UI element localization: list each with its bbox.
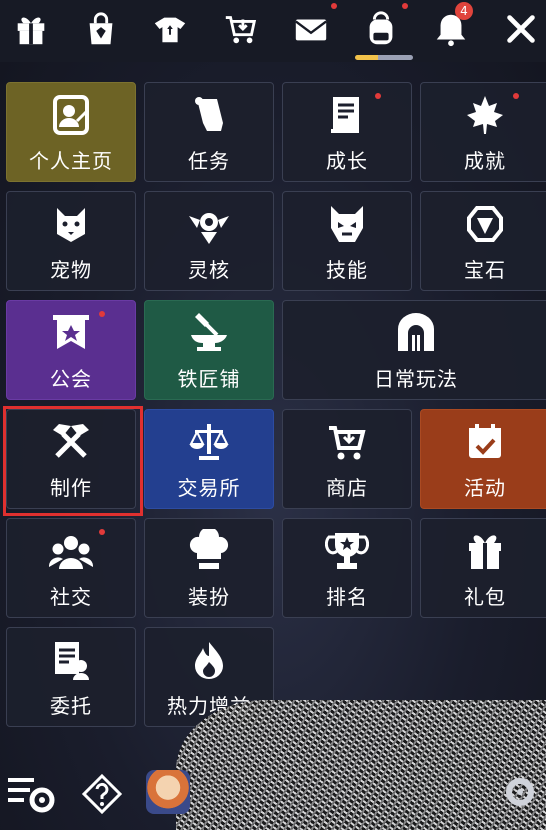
shop-cart-icon bbox=[325, 420, 369, 464]
tile-label: 商店 bbox=[326, 476, 368, 500]
group-people-icon bbox=[49, 529, 93, 573]
backpack-dot bbox=[402, 3, 408, 9]
tile-gem[interactable]: 宝石 bbox=[420, 191, 546, 291]
tile-commission[interactable]: 委托 bbox=[6, 627, 136, 727]
tile-label: 成长 bbox=[326, 149, 368, 173]
tile-achievement[interactable]: 成就 bbox=[420, 82, 546, 182]
tile-label: 活动 bbox=[464, 476, 506, 500]
tile-gift-pack[interactable]: 礼包 bbox=[420, 518, 546, 618]
growth-document-icon bbox=[325, 93, 369, 137]
obscured-region bbox=[176, 700, 546, 830]
settings-menu-icon[interactable] bbox=[4, 770, 58, 816]
top-bar: 4 bbox=[0, 0, 546, 62]
tile-task[interactable]: 任务 bbox=[144, 82, 274, 182]
tile-label: 铁匠铺 bbox=[177, 367, 241, 391]
skill-mask-icon bbox=[325, 202, 369, 246]
tile-social[interactable]: 社交 bbox=[6, 518, 136, 618]
gift-box-icon bbox=[463, 529, 507, 573]
balance-scale-icon bbox=[187, 420, 231, 464]
tile-label: 公会 bbox=[50, 367, 92, 391]
close-icon[interactable] bbox=[498, 6, 544, 52]
growth-dot bbox=[375, 93, 381, 99]
avatar[interactable] bbox=[146, 770, 190, 814]
tile-label: 排名 bbox=[326, 585, 368, 609]
gear-icon[interactable] bbox=[498, 770, 542, 814]
pet-face-icon bbox=[49, 202, 93, 246]
tile-label: 宠物 bbox=[50, 258, 92, 282]
guild-dot bbox=[99, 311, 105, 317]
commission-document-icon bbox=[49, 638, 93, 682]
tile-growth[interactable]: 成长 bbox=[282, 82, 412, 182]
anvil-hammer-icon bbox=[187, 311, 231, 355]
mail-icon[interactable] bbox=[288, 6, 334, 52]
cart-icon[interactable] bbox=[218, 6, 264, 52]
help-icon[interactable] bbox=[80, 772, 124, 816]
trophy-icon bbox=[325, 529, 369, 573]
tile-shop[interactable]: 商店 bbox=[282, 409, 412, 509]
tile-label: 技能 bbox=[326, 258, 368, 282]
tile-pet[interactable]: 宠物 bbox=[6, 191, 136, 291]
tile-label: 任务 bbox=[188, 149, 230, 173]
active-tab-indicator bbox=[355, 55, 413, 60]
tile-label: 交易所 bbox=[177, 476, 241, 500]
calendar-check-icon bbox=[463, 420, 507, 464]
tile-skill[interactable]: 技能 bbox=[282, 191, 412, 291]
notification-count-badge: 4 bbox=[455, 2, 473, 20]
tile-label: 个人主页 bbox=[29, 149, 113, 173]
scroll-icon bbox=[187, 93, 231, 137]
tile-spirit-core[interactable]: 灵核 bbox=[144, 191, 274, 291]
shop-bag-icon[interactable] bbox=[78, 6, 124, 52]
tile-label: 灵核 bbox=[188, 258, 230, 282]
chef-hat-icon bbox=[187, 529, 231, 573]
mail-dot bbox=[331, 3, 337, 9]
tile-label: 成就 bbox=[464, 149, 506, 173]
achievement-dot bbox=[513, 93, 519, 99]
gem-icon bbox=[463, 202, 507, 246]
tile-blacksmith[interactable]: 铁匠铺 bbox=[144, 300, 274, 400]
profile-card-icon bbox=[49, 93, 93, 137]
maple-leaf-icon bbox=[463, 93, 507, 137]
wardrobe-shirt-icon[interactable] bbox=[147, 6, 193, 52]
tile-label: 宝石 bbox=[464, 258, 506, 282]
tile-daily-play[interactable]: 日常玩法 bbox=[282, 300, 546, 400]
social-dot bbox=[99, 529, 105, 535]
tile-event[interactable]: 活动 bbox=[420, 409, 546, 509]
spirit-core-icon bbox=[187, 202, 231, 246]
tile-label: 日常玩法 bbox=[374, 367, 458, 391]
gate-arch-icon bbox=[394, 311, 438, 355]
tile-label: 装扮 bbox=[188, 585, 230, 609]
tile-label: 社交 bbox=[50, 585, 92, 609]
craft-highlight-box bbox=[3, 406, 143, 516]
tile-guild[interactable]: 公会 bbox=[6, 300, 136, 400]
tile-exchange[interactable]: 交易所 bbox=[144, 409, 274, 509]
gift-icon[interactable] bbox=[8, 6, 54, 52]
backpack-icon[interactable] bbox=[358, 6, 404, 52]
tile-label: 礼包 bbox=[464, 585, 506, 609]
tile-personal-home[interactable]: 个人主页 bbox=[6, 82, 136, 182]
tile-dressup[interactable]: 装扮 bbox=[144, 518, 274, 618]
flame-icon bbox=[187, 638, 231, 682]
guild-banner-icon bbox=[49, 311, 93, 355]
tile-label: 委托 bbox=[50, 694, 92, 718]
tile-ranking[interactable]: 排名 bbox=[282, 518, 412, 618]
